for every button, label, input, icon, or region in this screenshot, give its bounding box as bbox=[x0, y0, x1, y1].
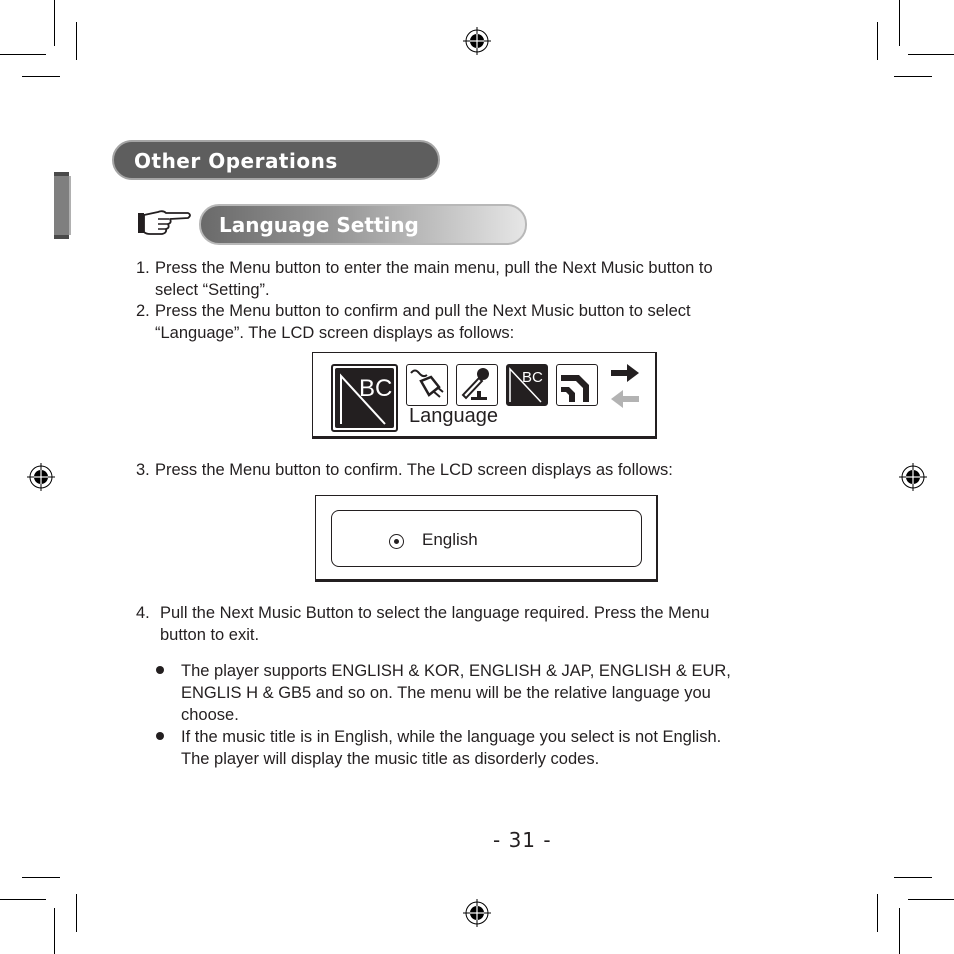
registration-mark-icon bbox=[899, 463, 927, 491]
chapter-side-tab bbox=[54, 172, 71, 239]
bullet-icon bbox=[156, 666, 164, 674]
lcd-screen-language: English bbox=[315, 495, 658, 582]
step-3: 3. Press the Menu button to confirm. The… bbox=[136, 459, 796, 481]
note-text: choose. bbox=[181, 706, 239, 724]
crop-mark bbox=[908, 54, 954, 55]
arrow-right-icon bbox=[611, 364, 639, 382]
crop-mark bbox=[54, 908, 55, 954]
crop-mark bbox=[894, 877, 932, 878]
microphone-icon bbox=[456, 364, 498, 406]
step-text: “Language”. The LCD screen displays as f… bbox=[155, 324, 515, 342]
pointing-hand-icon bbox=[138, 210, 191, 235]
page-number: - 31 - bbox=[493, 828, 552, 852]
crop-mark bbox=[877, 22, 878, 60]
crop-mark bbox=[0, 54, 46, 55]
step-text: button to exit. bbox=[160, 626, 260, 644]
subsection-title: Language Setting bbox=[199, 204, 527, 245]
step-text: Press the Menu button to confirm and pul… bbox=[155, 302, 691, 320]
step-text: Press the Menu button to confirm. The LC… bbox=[155, 461, 673, 479]
step-number: 4. bbox=[136, 604, 150, 622]
crop-mark bbox=[0, 899, 46, 900]
language-option: English bbox=[422, 530, 478, 549]
arrow-left-icon bbox=[611, 390, 639, 408]
step-number: 3. bbox=[136, 461, 150, 479]
language-abc-icon: BC bbox=[331, 364, 398, 432]
crop-mark bbox=[76, 894, 77, 932]
step-1: 1. Press the Menu button to enter the ma… bbox=[136, 257, 796, 301]
note-text: The player supports ENGLISH & KOR, ENGLI… bbox=[181, 662, 731, 680]
registration-mark-icon bbox=[463, 27, 491, 55]
step-number: 2. bbox=[136, 302, 150, 320]
step-4: 4. Pull the Next Music Button to select … bbox=[136, 602, 796, 646]
lcd-menu-label: Language bbox=[409, 405, 498, 427]
radio-selected-icon bbox=[389, 534, 404, 549]
step-text: Pull the Next Music Button to select the… bbox=[160, 604, 710, 622]
note-1: The player supports ENGLISH & KOR, ENGLI… bbox=[181, 660, 801, 726]
crop-mark bbox=[76, 22, 77, 60]
note-2: If the music title is in English, while … bbox=[181, 726, 801, 770]
language-option-box: English bbox=[331, 510, 642, 567]
lcd-screen-menu: BC BC Language bbox=[312, 352, 657, 439]
bullet-icon bbox=[156, 732, 164, 740]
step-number: 1. bbox=[136, 259, 150, 277]
note-text: If the music title is in English, while … bbox=[181, 728, 722, 746]
step-text: Press the Menu button to enter the main … bbox=[155, 259, 713, 277]
step-text: select “Setting”. bbox=[155, 281, 270, 299]
step-2: 2. Press the Menu button to confirm and … bbox=[136, 300, 796, 344]
crop-mark bbox=[899, 0, 900, 46]
power-plug-icon bbox=[406, 364, 448, 406]
section-title: Other Operations bbox=[112, 140, 440, 180]
note-text: The player will display the music title … bbox=[181, 750, 600, 768]
crop-mark bbox=[22, 76, 60, 77]
crop-mark bbox=[877, 894, 878, 932]
svg-text:BC: BC bbox=[522, 369, 543, 386]
registration-mark-icon bbox=[27, 463, 55, 491]
language-abc-icon: BC bbox=[506, 364, 548, 406]
crop-mark bbox=[894, 76, 932, 77]
registration-mark-icon bbox=[463, 899, 491, 927]
crop-mark bbox=[54, 0, 55, 46]
crop-mark bbox=[908, 899, 954, 900]
note-text: ENGLIS H & GB5 and so on. The menu will … bbox=[181, 684, 711, 702]
crop-mark bbox=[22, 877, 60, 878]
exit-return-icon bbox=[556, 364, 598, 406]
svg-text:BC: BC bbox=[359, 375, 392, 402]
crop-mark bbox=[899, 908, 900, 954]
